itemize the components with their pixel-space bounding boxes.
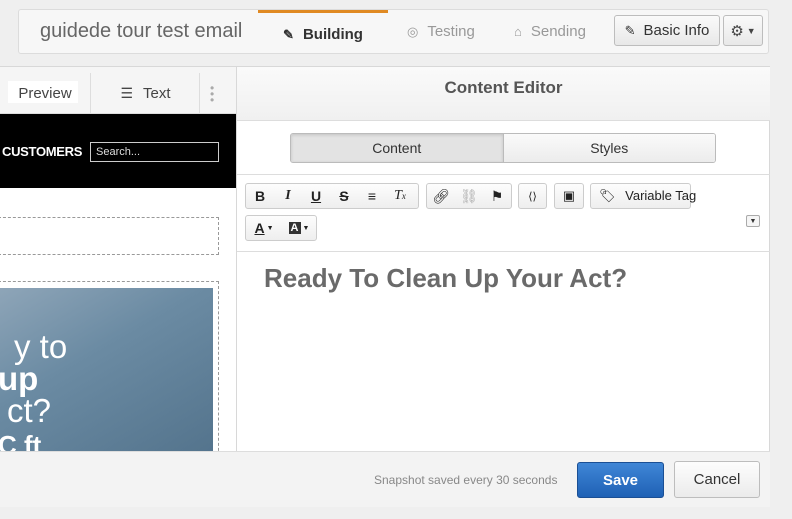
email-name[interactable]: guidede tour test email [40, 20, 242, 43]
source-group: ⟨⟩ [518, 183, 547, 209]
bold-button[interactable]: B [246, 184, 274, 208]
email-banner: CUSTOMERS Search... [0, 114, 236, 188]
link-group: 🔗︎ ⛓︎ ⚑ [426, 183, 512, 209]
content-heading[interactable]: Ready To Clean Up Your Act? [264, 263, 627, 294]
variable-tag-button[interactable]: 🏷︎ Variable Tag [590, 183, 696, 209]
toolbar-expand-icon[interactable]: ▼ [746, 215, 760, 227]
tab-sending-label: Sending [530, 23, 586, 40]
flag-icon[interactable]: ⚑ [483, 184, 511, 208]
editable-block[interactable] [0, 217, 219, 255]
text-format-group: B I U S ≡ Tx [245, 183, 419, 209]
unlink-icon[interactable]: ⛓︎ [455, 184, 483, 208]
tab-content[interactable]: Content [291, 134, 504, 162]
bg-color-label: A [288, 222, 301, 234]
link-icon[interactable]: 🔗︎ [427, 184, 455, 208]
color-group: A ▼ A ▼ [245, 215, 317, 241]
source-code-icon[interactable]: ⟨⟩ [519, 184, 546, 208]
snapshot-status: Snapshot saved every 30 seconds [374, 473, 558, 487]
preview-tab[interactable]: Preview [0, 73, 91, 113]
tag-icon: 🏷︎ [599, 188, 616, 203]
gear-icon: ⚙ [730, 22, 744, 40]
image-icon[interactable]: ▣ [555, 184, 583, 208]
formatting-toolbar: B I U S ≡ Tx 🔗︎ ⛓︎ ⚑ ⟨⟩ ▣ 🏷︎ Variable Ta… [237, 174, 770, 252]
drag-handle-icon[interactable]: • • • [210, 82, 220, 106]
background-color-button[interactable]: A ▼ [282, 216, 316, 240]
content-editor-pane: Content Editor Content Styles B I U S ≡ … [237, 66, 770, 451]
inbox-icon: ⌂ [514, 24, 522, 39]
editor-footer: Snapshot saved every 30 seconds Save Can… [0, 451, 770, 507]
edit-icon: ✎ [283, 26, 294, 42]
editor-title: Content Editor [444, 78, 563, 97]
font-color-button[interactable]: A ▼ [246, 216, 282, 240]
italic-button[interactable]: I [274, 184, 302, 208]
clear-format-icon[interactable]: Tx [386, 184, 414, 208]
tab-testing-label: Testing [427, 23, 475, 40]
caret-down-icon: ▼ [266, 224, 274, 232]
variable-tag-label: Variable Tag [625, 188, 697, 203]
text-tab-label: Text [143, 84, 171, 102]
email-preview-pane: Preview ☰ Text • • • CUSTOMERS Search... y… [0, 66, 237, 451]
underline-button[interactable]: U [302, 184, 330, 208]
text-tab[interactable]: ☰ Text [92, 73, 200, 113]
preview-toolbar: Preview ☰ Text • • • [0, 67, 236, 114]
basic-info-button[interactable]: ✎ Basic Info [614, 15, 720, 46]
hero-text-line: ct? [7, 392, 52, 429]
target-icon: ◎ [407, 23, 419, 39]
tab-styles[interactable]: Styles [503, 134, 715, 162]
strikethrough-button[interactable]: S [330, 184, 358, 208]
caret-down-icon: ▼ [746, 25, 756, 36]
image-group: ▣ [554, 183, 584, 209]
basic-info-label: Basic Info [643, 22, 710, 39]
top-bar: guidede tour test email ✎ Building ◎ Tes… [18, 9, 769, 54]
settings-dropdown-button[interactable]: ⚙ ▼ [723, 15, 763, 46]
banner-search-box: Search... [90, 142, 219, 162]
line-height-icon[interactable]: ≡ [358, 184, 386, 208]
align-left-icon: ☰ [120, 84, 134, 101]
tab-building-label: Building [302, 26, 363, 43]
font-color-label: A [254, 220, 265, 236]
caret-down-icon: ▼ [302, 224, 310, 232]
editor-mode-switch: Content Styles [290, 133, 716, 163]
banner-customers-text: CUSTOMERS [2, 144, 83, 159]
pencil-icon: ✎ [624, 22, 636, 38]
preview-tab-label: Preview [18, 84, 72, 102]
tab-building[interactable]: ✎ Building [258, 10, 388, 53]
save-button[interactable]: Save [577, 462, 664, 498]
editor-header: Content Editor [237, 67, 770, 121]
hero-text-line: C ft [0, 430, 42, 451]
tab-testing[interactable]: ◎ Testing [407, 10, 475, 53]
tab-sending[interactable]: ⌂ Sending [514, 10, 586, 53]
hero-image[interactable]: y to up ct? C ft [0, 288, 213, 451]
cancel-button[interactable]: Cancel [674, 461, 760, 498]
